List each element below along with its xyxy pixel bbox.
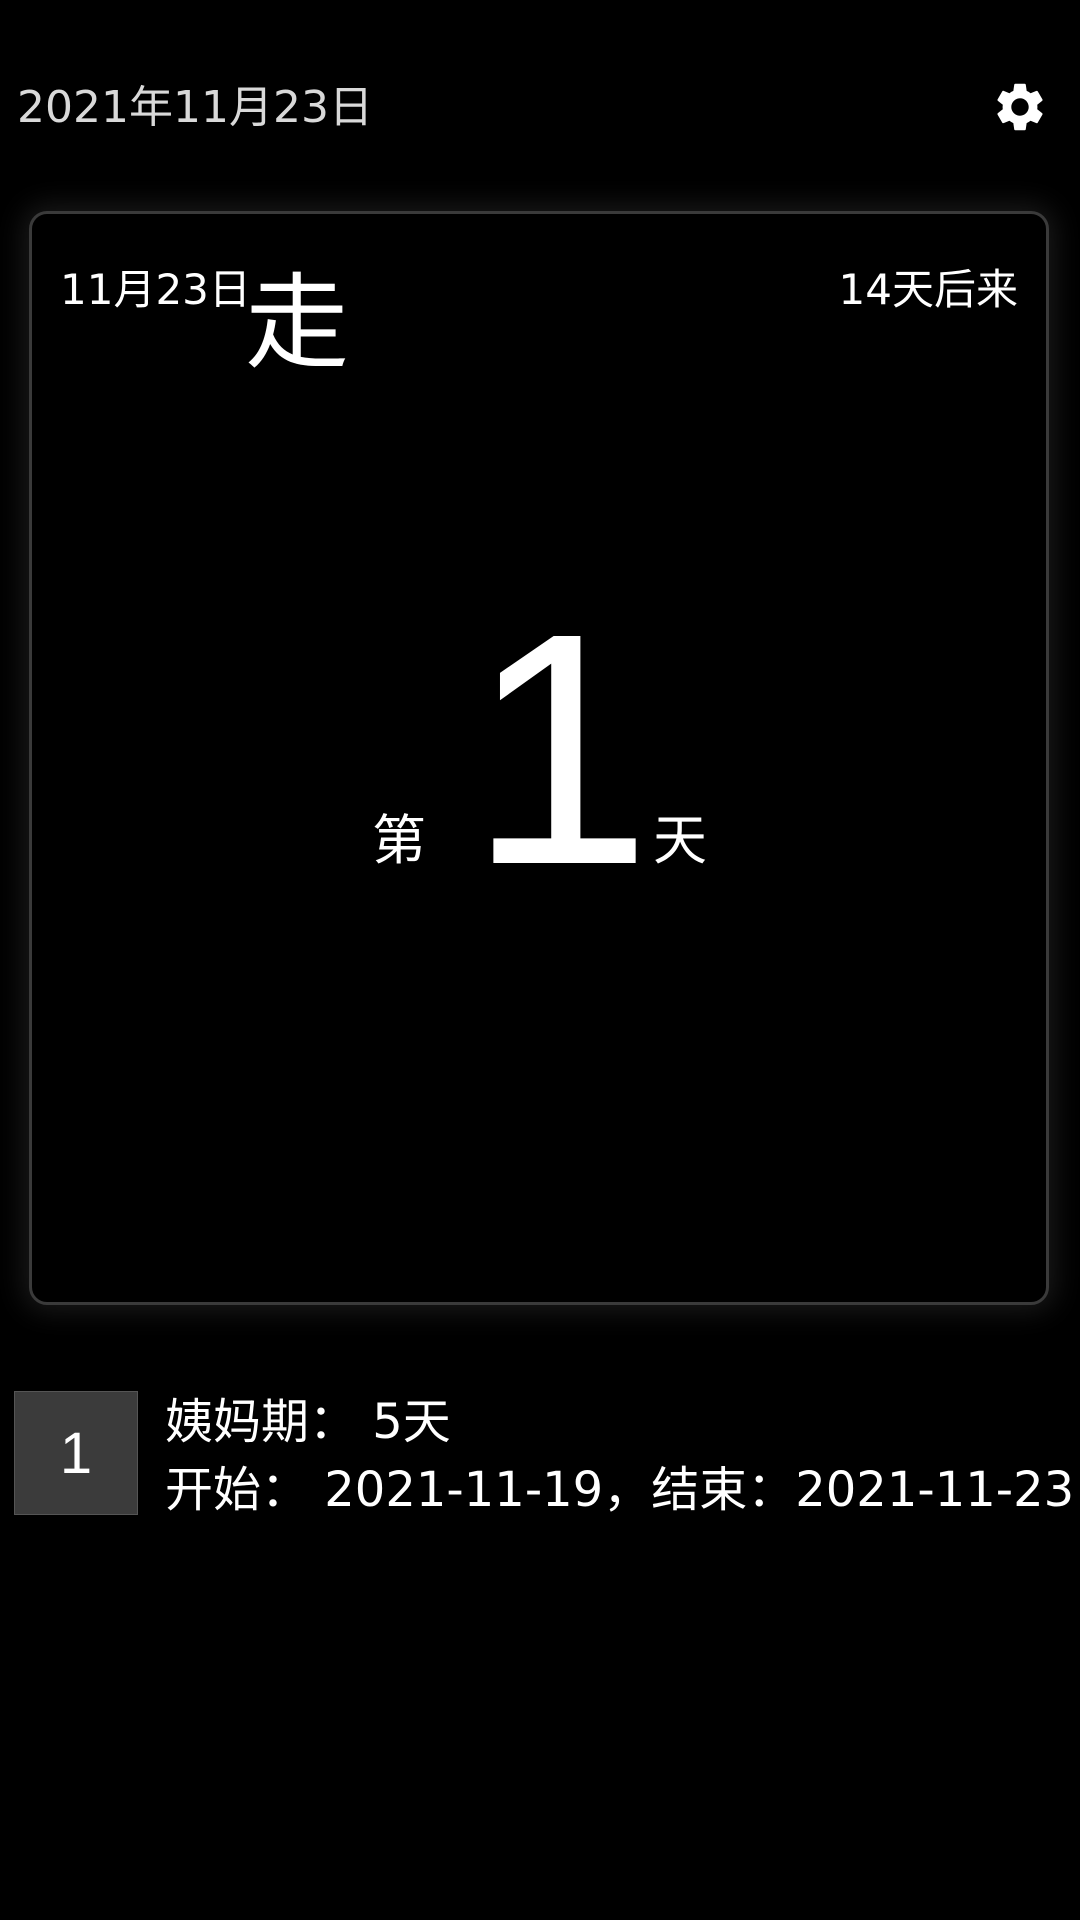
- period-status-card: 11月23日 走 14天后来 第 1 天: [29, 211, 1049, 1305]
- card-date: 11月23日: [60, 265, 251, 314]
- day-suffix: 天: [653, 809, 707, 872]
- next-period-countdown: 14天后来: [838, 265, 1018, 314]
- header-date: 2021年11月23日: [17, 82, 373, 133]
- day-prefix: 第: [372, 809, 426, 872]
- record-date-range: 开始： 2021-11-19，结束：2021-11-23: [165, 1462, 1075, 1518]
- period-record-item[interactable]: 1 姨妈期： 5天 开始： 2021-11-19，结束：2021-11-23: [14, 1391, 1074, 1521]
- record-duration: 姨妈期： 5天: [165, 1394, 451, 1450]
- record-index-badge: 1: [14, 1391, 138, 1515]
- period-status: 走: [245, 262, 350, 384]
- settings-button[interactable]: [985, 72, 1055, 142]
- day-number: 1: [468, 564, 652, 933]
- gear-icon: [997, 83, 1043, 131]
